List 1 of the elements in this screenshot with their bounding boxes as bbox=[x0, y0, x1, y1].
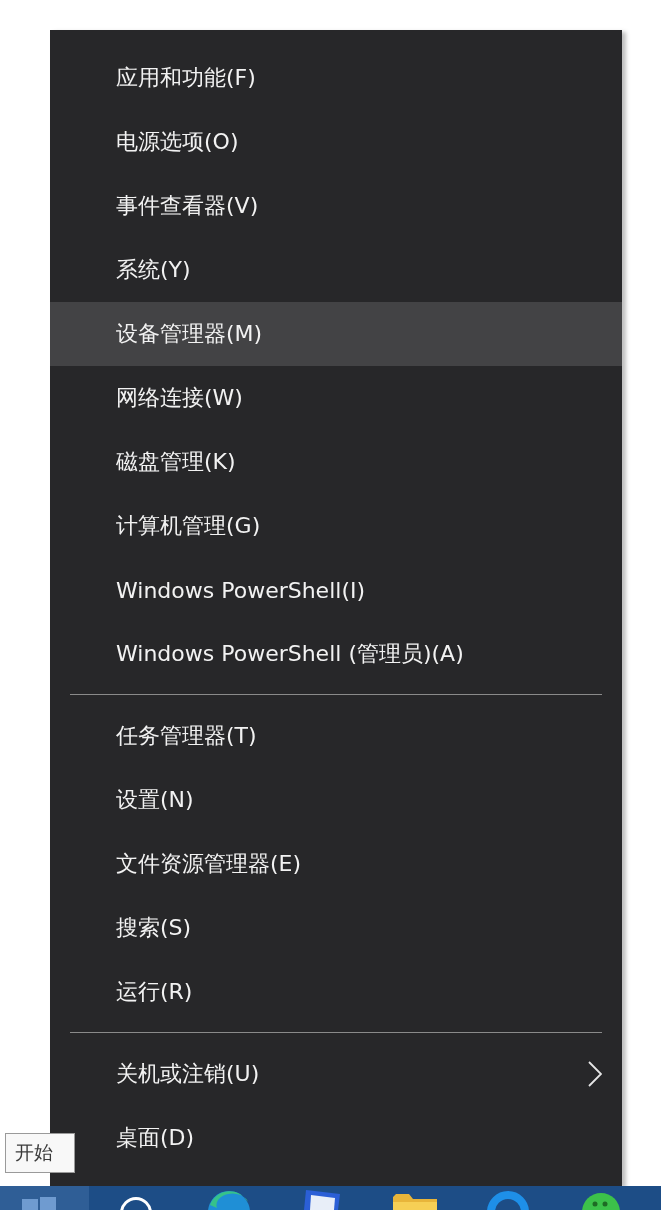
tooltip: 开始 bbox=[5, 1133, 75, 1173]
